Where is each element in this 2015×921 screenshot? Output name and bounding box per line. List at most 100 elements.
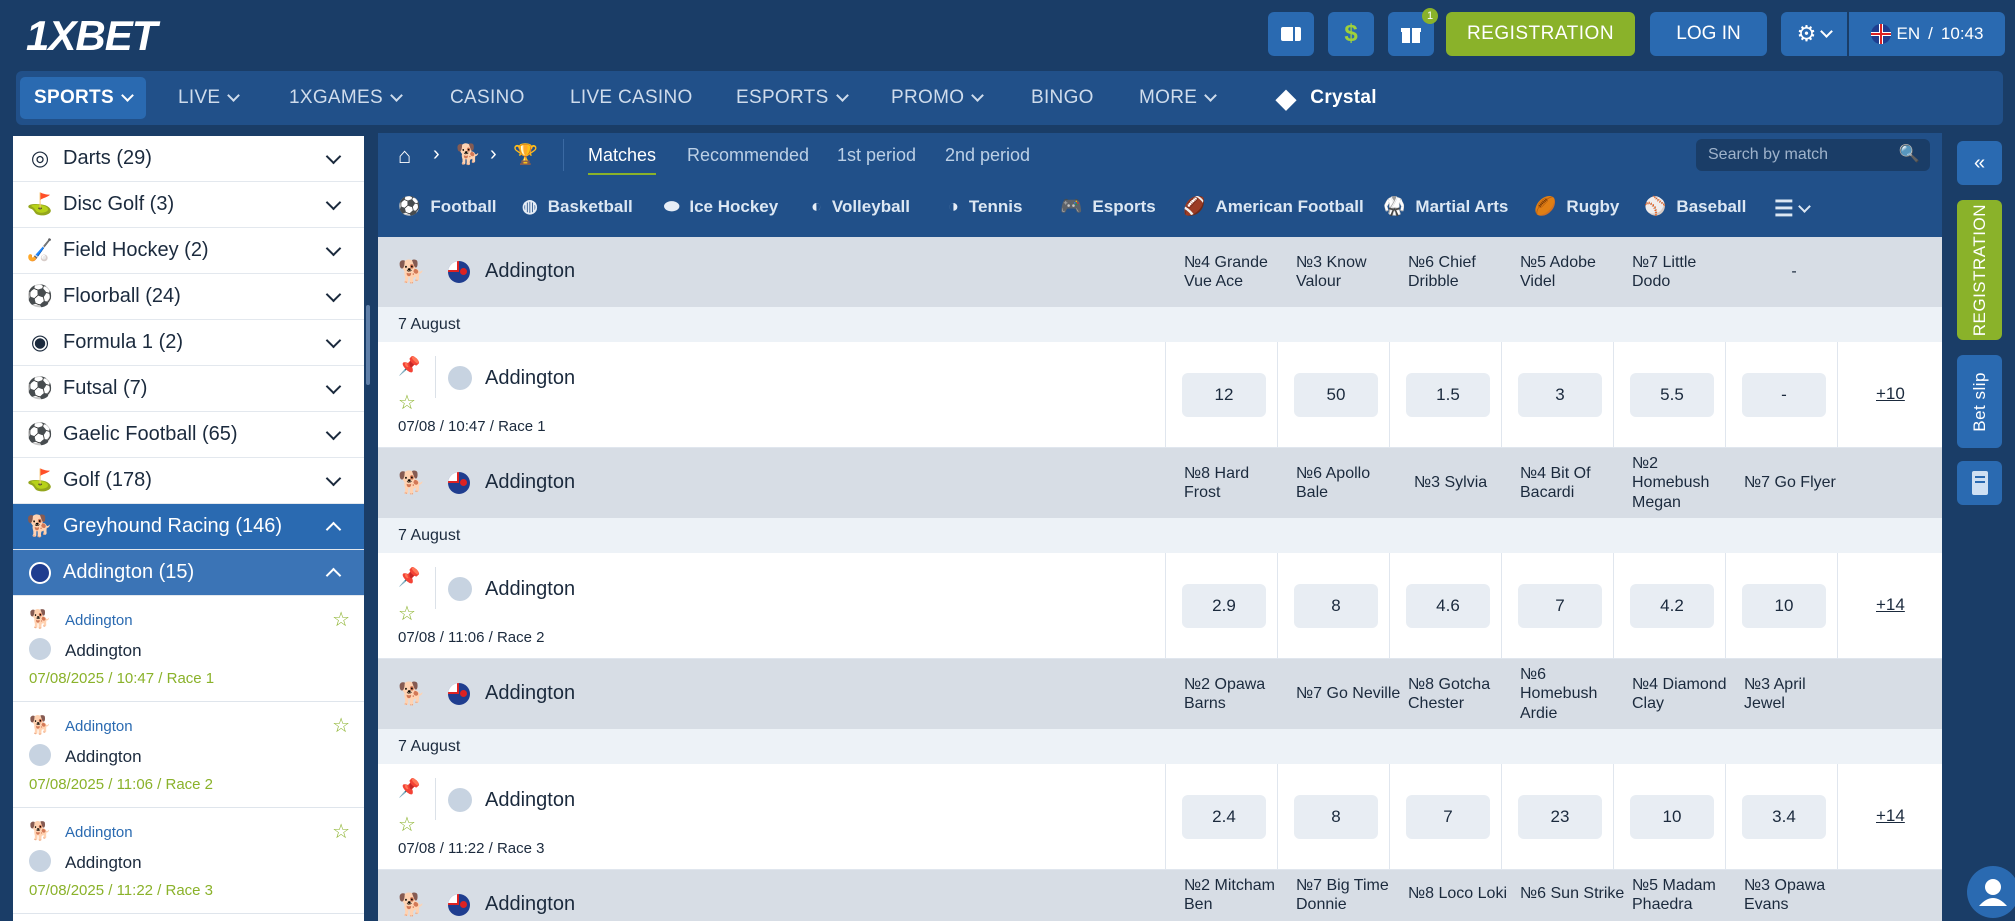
top-header: 1XBET $ 1 REGISTRATION LOG IN ⚙ EN / 10:… xyxy=(0,0,2015,68)
nav-bingo[interactable]: BINGO xyxy=(1031,71,1094,125)
odds-button[interactable]: 12 xyxy=(1182,373,1266,417)
star-icon[interactable]: ☆ xyxy=(332,819,350,844)
basketball-icon: ◍ xyxy=(522,196,538,216)
login-button[interactable]: LOG IN xyxy=(1650,12,1767,56)
sidebar-event[interactable]: 🐕 Addington Addington 07/08/2025 / 10:47… xyxy=(13,596,364,702)
star-icon[interactable]: ☆ xyxy=(398,390,416,415)
greyhound-icon: 🐕 xyxy=(398,470,426,495)
sidebar-item-addington[interactable]: Addington (15) xyxy=(13,550,364,596)
greyhound-icon[interactable]: 🐕 xyxy=(456,142,481,167)
tab-2nd-period[interactable]: 2nd period xyxy=(945,145,1030,166)
more-markets-link[interactable]: +14 xyxy=(1876,595,1905,615)
odds-button[interactable]: 8 xyxy=(1294,584,1378,628)
american-football-icon: 🏈 xyxy=(1183,196,1206,216)
sidebar-item-golf[interactable]: ⛳ Golf (178) xyxy=(13,458,364,504)
sidebar-item-disc-golf[interactable]: ⛳ Disc Golf (3) xyxy=(13,182,364,228)
odds-button[interactable]: 10 xyxy=(1742,584,1826,628)
pin-icon[interactable]: 📌 xyxy=(398,356,420,377)
sport-filter-rugby[interactable]: 🏉 Rugby xyxy=(1534,196,1619,217)
sidebar-item-darts[interactable]: ◎ Darts (29) xyxy=(13,136,364,182)
odds-button[interactable]: 4.2 xyxy=(1630,584,1714,628)
registration-button[interactable]: REGISTRATION xyxy=(1446,12,1635,56)
nav-live-casino[interactable]: LIVE CASINO xyxy=(570,71,693,125)
sport-filter-ice-hockey[interactable]: ⬬ Ice Hockey xyxy=(664,196,778,217)
ticket-button[interactable] xyxy=(1268,12,1314,56)
search-input[interactable]: Search by match 🔍 xyxy=(1696,139,1930,171)
sidebar-item-field-hockey[interactable]: 🏑 Field Hockey (2) xyxy=(13,228,364,274)
pin-icon[interactable]: 📌 xyxy=(398,778,420,799)
odds-button[interactable]: 5.5 xyxy=(1630,373,1714,417)
sport-filter-martial-arts[interactable]: 🥋 Martial Arts xyxy=(1383,196,1508,217)
sport-filter-football[interactable]: ⚽ Football xyxy=(398,196,497,217)
odds-button[interactable]: 4.6 xyxy=(1406,584,1490,628)
sidebar-event[interactable]: 🐕 Addington Addington 07/08/2025 / 11:22… xyxy=(13,808,364,914)
logo[interactable]: 1XBET xyxy=(26,12,157,60)
odds-button[interactable]: 2.9 xyxy=(1182,584,1266,628)
tennis-icon: ◑ xyxy=(948,196,959,216)
language-time-selector[interactable]: EN / 10:43 xyxy=(1849,12,2005,56)
nav-live[interactable]: LIVE xyxy=(178,71,241,125)
star-icon[interactable]: ☆ xyxy=(332,713,350,738)
nav-esports[interactable]: ESPORTS xyxy=(736,71,849,125)
nav-casino[interactable]: CASINO xyxy=(450,71,525,125)
bet-slip-button[interactable]: Bet slip xyxy=(1957,355,2002,448)
dollar-button[interactable]: $ xyxy=(1328,12,1374,56)
gift-icon xyxy=(1401,28,1421,43)
star-icon[interactable]: ☆ xyxy=(398,812,416,837)
sport-filter-tennis[interactable]: ◑ Tennis xyxy=(948,196,1022,217)
sport-filter-baseball[interactable]: ⚾ Baseball xyxy=(1644,196,1746,217)
puck-icon: ⬬ xyxy=(664,196,680,216)
sports-menu-button[interactable]: ☰ xyxy=(1774,196,1811,222)
gaelic-football-icon: ⚽ xyxy=(26,422,54,446)
sidebar-item-greyhound-racing[interactable]: 🐕 Greyhound Racing (146) xyxy=(13,504,364,550)
sidebar-item-formula-1[interactable]: ◉ Formula 1 (2) xyxy=(13,320,364,366)
star-icon[interactable]: ☆ xyxy=(332,607,350,632)
baseball-icon: ⚾ xyxy=(1644,196,1667,216)
star-icon[interactable]: ☆ xyxy=(398,601,416,626)
sport-filter-american-football[interactable]: 🏈 American Football xyxy=(1183,196,1364,217)
pin-icon[interactable]: 📌 xyxy=(398,567,420,588)
nav-crystal[interactable]: ◆ Crystal xyxy=(1276,71,1377,125)
odds-button[interactable]: 8 xyxy=(1294,795,1378,839)
sidebar-item-futsal[interactable]: ⚽ Futsal (7) xyxy=(13,366,364,412)
football-icon: ⚽ xyxy=(398,196,421,216)
odds-button[interactable]: 2.4 xyxy=(1182,795,1266,839)
odds-button[interactable]: 7 xyxy=(1518,584,1602,628)
odds-button[interactable]: 23 xyxy=(1518,795,1602,839)
tab-recommended[interactable]: Recommended xyxy=(687,145,809,166)
nav-more[interactable]: MORE xyxy=(1139,71,1218,125)
sidebar-scrollbar[interactable] xyxy=(366,305,370,385)
coupon-button[interactable] xyxy=(1957,461,2002,505)
odds-button[interactable]: - xyxy=(1742,373,1826,417)
odds-button[interactable]: 3 xyxy=(1518,373,1602,417)
sidebar-item-gaelic-football[interactable]: ⚽ Gaelic Football (65) xyxy=(13,412,364,458)
sport-filter-esports[interactable]: 🎮 Esports xyxy=(1060,196,1156,217)
odds-button[interactable]: 50 xyxy=(1294,373,1378,417)
nav-1xgames[interactable]: 1XGAMES xyxy=(289,71,403,125)
gift-button[interactable]: 1 xyxy=(1388,8,1438,56)
sport-filter-volleyball[interactable]: ◐ Volleyball xyxy=(811,196,910,217)
chevron-right-icon: › xyxy=(490,143,497,165)
collapse-rail-button[interactable]: « xyxy=(1957,141,2002,185)
rail-registration-button[interactable]: REGISTRATION xyxy=(1957,200,2002,340)
tab-matches[interactable]: Matches xyxy=(588,145,657,175)
odds-button[interactable]: 1.5 xyxy=(1406,373,1490,417)
home-icon[interactable]: ⌂ xyxy=(398,143,411,169)
nav-sports[interactable]: SPORTS xyxy=(20,77,146,119)
search-icon[interactable]: 🔍 xyxy=(1899,144,1920,164)
trophy-icon[interactable]: 🏆 xyxy=(513,142,538,167)
sidebar-event[interactable]: 🐕 Addington Addington 07/08/2025 / 11:06… xyxy=(13,702,364,808)
more-markets-link[interactable]: +10 xyxy=(1876,384,1905,404)
tab-1st-period[interactable]: 1st period xyxy=(837,145,916,166)
sport-filter-basketball[interactable]: ◍ Basketball xyxy=(522,196,633,217)
odds-button[interactable]: 10 xyxy=(1630,795,1714,839)
odds-button[interactable]: 7 xyxy=(1406,795,1490,839)
sidebar-item-floorball[interactable]: ⚽ Floorball (24) xyxy=(13,274,364,320)
more-markets-link[interactable]: +14 xyxy=(1876,806,1905,826)
darts-icon: ◎ xyxy=(30,147,50,170)
chat-button[interactable] xyxy=(1967,866,2015,918)
race-header: 🐕 Addington №2 Opawa Barns №7 Go Neville… xyxy=(378,659,1942,729)
settings-button[interactable]: ⚙ xyxy=(1781,12,1847,56)
odds-button[interactable]: 3.4 xyxy=(1742,795,1826,839)
nav-promo[interactable]: PROMO xyxy=(891,71,985,125)
